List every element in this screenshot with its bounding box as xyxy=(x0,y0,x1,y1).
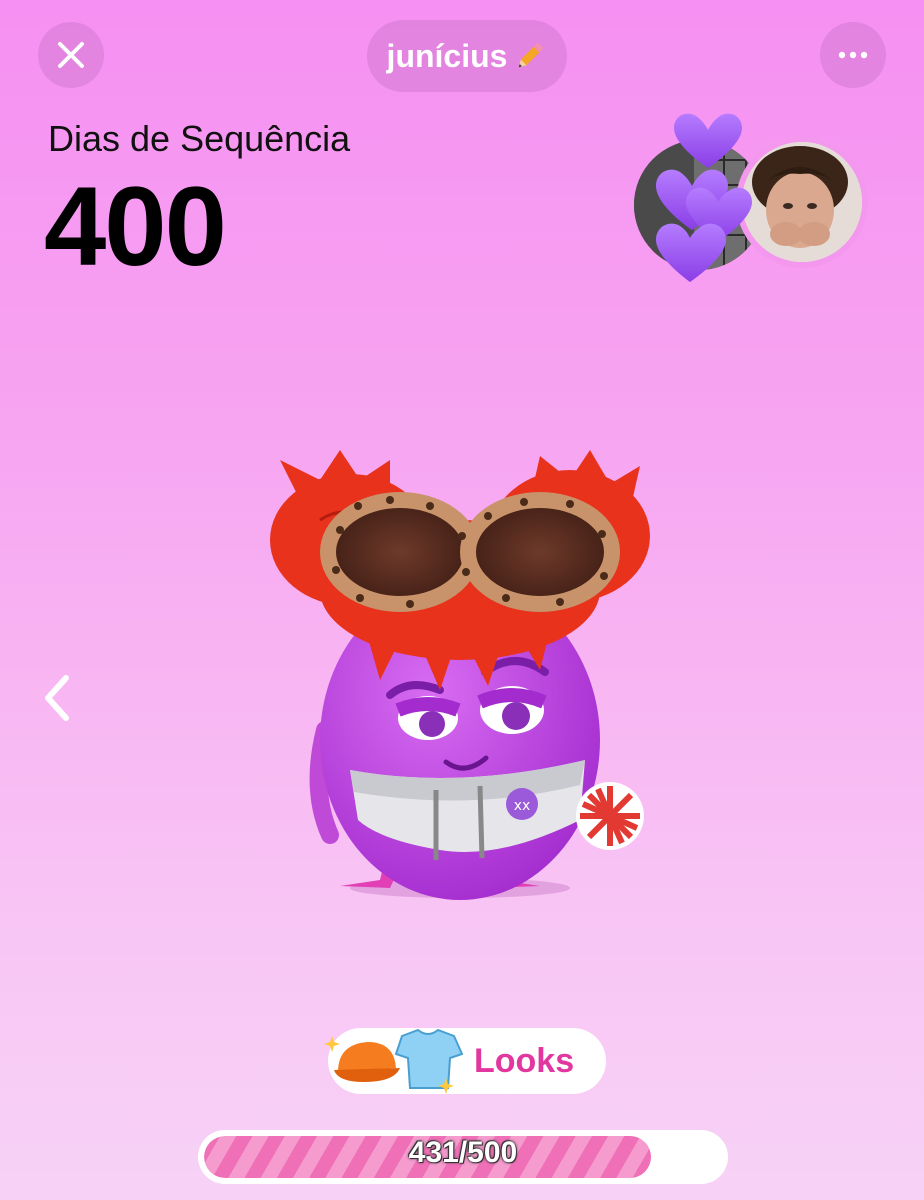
cap-icon xyxy=(334,1042,400,1082)
username-edit-button[interactable]: junícius xyxy=(367,20,567,92)
purple-hearts-icon xyxy=(656,113,752,282)
svg-text:xx: xx xyxy=(514,798,531,814)
streak-count: 400 xyxy=(44,164,227,289)
progress-text: 431/500 xyxy=(408,1136,518,1169)
looks-label: Looks xyxy=(474,1042,575,1080)
tshirt-icon xyxy=(394,1028,464,1089)
close-icon xyxy=(58,42,84,68)
more-options-button[interactable] xyxy=(820,22,886,88)
character-avatar: xx xyxy=(270,450,650,900)
username: junícius xyxy=(386,37,508,74)
progress-bar: 431/500 xyxy=(198,1130,728,1184)
pencil-icon xyxy=(519,42,544,68)
looks-icons xyxy=(324,1028,464,1094)
streak-label: Dias de Sequência xyxy=(48,118,351,159)
streak-friends[interactable] xyxy=(630,110,880,300)
close-button[interactable] xyxy=(38,22,104,88)
more-dots-icon xyxy=(838,51,868,59)
looks-button[interactable]: Looks xyxy=(324,1028,606,1094)
chevron-left-icon[interactable] xyxy=(38,672,78,724)
